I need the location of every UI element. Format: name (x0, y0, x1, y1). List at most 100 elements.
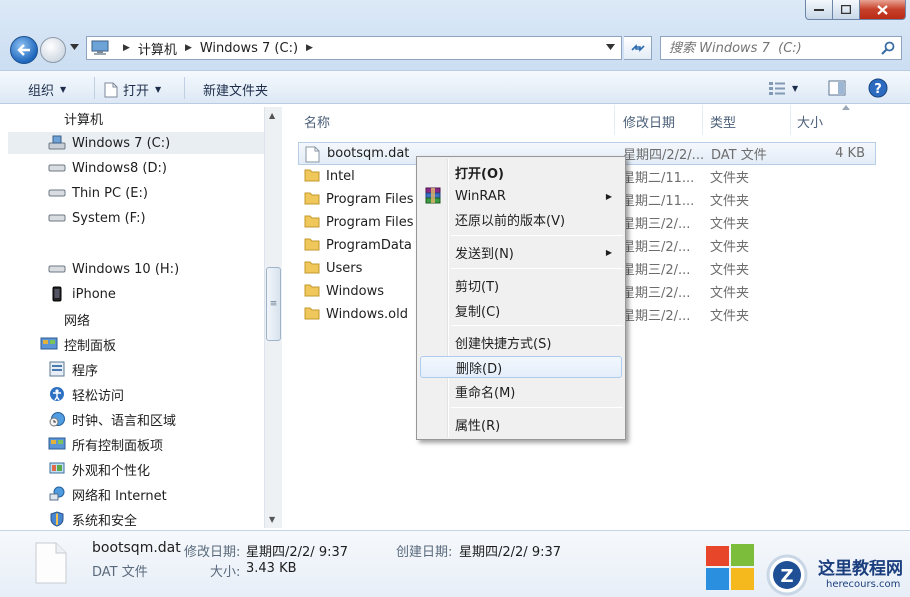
nav-item-computer[interactable]: 计算机 (40, 107, 103, 129)
navigation-scrollbar[interactable]: ▲ ≡ ▼ (264, 107, 282, 528)
search-icon[interactable] (881, 41, 895, 55)
minimize-icon (814, 8, 824, 11)
submenu-arrow-icon: ▶ (605, 247, 612, 257)
back-button[interactable] (10, 36, 38, 64)
file-type: 文件夹 (710, 171, 750, 186)
menu-item-send-to[interactable]: 发送到(N) ▶ (420, 241, 622, 263)
breadcrumb-separator-icon[interactable]: ▶ (306, 43, 313, 53)
column-divider[interactable] (790, 105, 791, 135)
column-header-type[interactable]: 类型 (710, 112, 736, 131)
menu-item-open[interactable]: 打开(O) (420, 161, 622, 183)
search-box[interactable] (660, 36, 902, 60)
menu-item-label: 剪切(T) (455, 279, 500, 295)
caption-buttons (805, 0, 906, 20)
nav-item-system-security[interactable]: 系统和安全 (48, 508, 137, 530)
folder-icon (304, 307, 320, 320)
maximize-button[interactable] (833, 0, 860, 20)
command-bar: 组织 ▼ 打开 ▼ 新建文件夹 ▼ ? (0, 70, 910, 104)
svg-text:?: ? (874, 82, 882, 97)
nav-item-network-internet[interactable]: 网络和 Internet (48, 483, 167, 505)
file-name: Program Files (326, 215, 414, 230)
nav-item-label: 时钟、语言和区域 (72, 413, 177, 429)
nav-item-drive-h[interactable]: Windows 10 (H:) (48, 258, 179, 280)
drive-icon (48, 185, 66, 201)
column-header-date[interactable]: 修改日期 (623, 112, 675, 131)
address-history-dropdown-icon[interactable] (606, 44, 615, 50)
forward-button[interactable] (40, 37, 66, 63)
file-name: Windows.old (326, 307, 408, 322)
refresh-button[interactable] (624, 36, 652, 60)
watermark-url: herecours.com (826, 579, 901, 590)
menu-item-cut[interactable]: 剪切(T) (420, 274, 622, 296)
breadcrumb-separator-icon[interactable]: ▶ (123, 43, 130, 53)
menu-item-delete[interactable]: 删除(D) (420, 356, 622, 378)
breadcrumb-computer[interactable]: 计算机 (138, 39, 177, 58)
file-date: 星期三/2/... (622, 286, 691, 301)
menu-item-label: 打开(O) (455, 166, 504, 182)
folder-icon (304, 192, 320, 205)
nav-item-clock-language-region[interactable]: 时钟、语言和区域 (48, 408, 176, 430)
watermark-title: 这里教程网 (818, 559, 903, 579)
file-type: 文件夹 (710, 263, 750, 278)
nav-item-all-control-panel-items[interactable]: 所有控制面板项 (48, 433, 163, 455)
nav-item-iphone[interactable]: iPhone (48, 283, 116, 305)
menu-separator (451, 268, 623, 269)
preview-pane-button[interactable] (828, 80, 846, 96)
menu-item-properties[interactable]: 属性(R) (420, 413, 622, 435)
menu-item-copy[interactable]: 复制(C) (420, 299, 622, 321)
nav-item-programs[interactable]: 程序 (48, 358, 98, 380)
nav-item-drive-c[interactable]: Windows 7 (C:) (8, 132, 264, 154)
close-button[interactable] (860, 0, 906, 20)
scrollbar-thumb[interactable]: ≡ (266, 267, 281, 341)
file-type: DAT 文件 (711, 148, 767, 163)
breadcrumb-separator-icon[interactable]: ▶ (185, 43, 192, 53)
chevron-down-icon: ▼ (60, 85, 67, 94)
scroll-up-icon[interactable]: ▲ (269, 111, 275, 120)
winrar-icon (425, 187, 441, 204)
nav-item-label: 系统和安全 (72, 513, 138, 529)
submenu-arrow-icon: ▶ (605, 191, 612, 201)
open-menu-button[interactable]: 打开 ▼ (104, 80, 161, 99)
nav-item-network[interactable]: 网络 (40, 308, 90, 330)
nav-item-label: Windows 7 (C:) (72, 135, 171, 151)
breadcrumb-drive-c[interactable]: Windows 7 (C:) (200, 41, 298, 56)
network-internet-icon (48, 486, 66, 502)
nav-item-control-panel[interactable]: 控制面板 (40, 333, 116, 355)
chevron-down-icon: ▼ (792, 83, 799, 93)
nav-item-drive-d[interactable]: Windows8 (D:) (48, 157, 167, 179)
column-divider[interactable] (614, 105, 615, 135)
navigation-pane: 计算机 Windows 7 (C:) Windows8 (D:) Thin PC… (0, 105, 284, 530)
address-bar[interactable]: ▶ 计算机 ▶ Windows 7 (C:) ▶ (86, 36, 622, 60)
menu-item-label: 创建快捷方式(S) (455, 336, 552, 352)
nav-item-drive-e[interactable]: Thin PC (E:) (48, 182, 148, 204)
menu-item-create-shortcut[interactable]: 创建快捷方式(S) (420, 331, 622, 353)
maximize-icon (841, 5, 851, 14)
help-button[interactable]: ? (868, 78, 888, 98)
menu-item-restore-previous-versions[interactable]: 还原以前的版本(V) (420, 208, 622, 230)
context-menu: 打开(O) WinRAR ▶ 还原以前的版本(V) 发送到(N) ▶ 剪切(T)… (416, 156, 626, 440)
menu-item-rename[interactable]: 重命名(M) (420, 380, 622, 402)
column-header-name[interactable]: 名称 (304, 112, 330, 131)
change-view-button[interactable]: ▼ (768, 81, 798, 95)
column-divider[interactable] (702, 105, 703, 135)
nav-item-label: 计算机 (64, 112, 104, 128)
nav-item-ease-of-access[interactable]: 轻松访问 (48, 383, 124, 405)
search-input[interactable] (661, 37, 871, 59)
details-created-label: 创建日期: (396, 545, 453, 560)
column-header-size[interactable]: 大小 (797, 112, 823, 131)
view-list-icon (769, 82, 785, 95)
minimize-button[interactable] (805, 0, 833, 20)
nav-item-drive-f[interactable]: System (F:) (48, 207, 146, 229)
nav-item-label: iPhone (72, 286, 116, 302)
file-type: 文件夹 (710, 309, 750, 324)
folder-icon (304, 284, 320, 297)
file-type: 文件夹 (710, 286, 750, 301)
recent-pages-dropdown-icon[interactable] (70, 44, 79, 50)
system-drive-icon (48, 135, 66, 151)
file-large-icon (35, 542, 67, 584)
new-folder-button[interactable]: 新建文件夹 (203, 80, 268, 99)
nav-item-appearance[interactable]: 外观和个性化 (48, 458, 150, 480)
scroll-down-icon[interactable]: ▼ (269, 515, 275, 524)
menu-item-winrar[interactable]: WinRAR ▶ (420, 185, 622, 207)
organize-menu-button[interactable]: 组织 ▼ (28, 80, 66, 99)
